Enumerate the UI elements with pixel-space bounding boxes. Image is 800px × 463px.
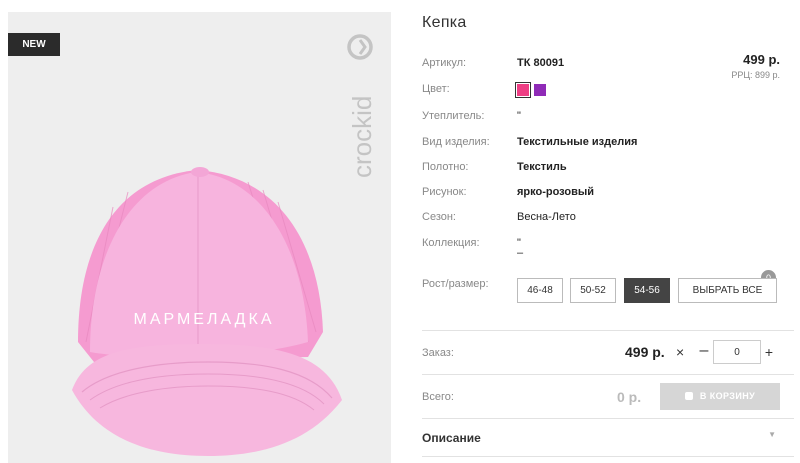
spec-collection-extra: – [422,244,794,262]
remove-icon[interactable]: × [676,343,684,361]
order-label: Заказ: [422,347,454,359]
spec-label: Вид изделия: [422,136,490,148]
cart-icon [684,392,693,400]
color-swatch-purple[interactable] [534,84,546,96]
spec-value: Весна-Лето [517,211,576,223]
spec-article: Артикул: ТК 80091 [422,54,794,72]
spec-label: Полотно: [422,161,469,173]
spec-insulation: Утеплитель: " [422,107,794,125]
divider [422,374,794,375]
size-option-54-56[interactable]: 54-56 [624,278,670,303]
spec-value: ярко-розовый [517,186,595,198]
spec-value: Текстиль [517,161,567,173]
cap-image: МАРМЕЛАДКА [72,167,342,456]
brand-logo: crockid [347,34,377,178]
chevron-down-icon[interactable]: ▼ [768,430,776,439]
spec-value: – [517,247,524,259]
increase-quantity-button[interactable]: + [762,343,776,361]
spec-label: Рост/размер: [422,278,489,290]
size-option-46-48[interactable]: 46-48 [517,278,563,303]
spec-pattern: Рисунок: ярко-розовый [422,183,794,201]
spec-value: ТК 80091 [517,57,565,69]
product-title: Кепка [422,14,467,31]
description-toggle[interactable]: Описание [422,431,481,445]
spec-label: Рисунок: [422,186,467,198]
new-badge: NEW [8,33,60,56]
select-all-sizes-button[interactable]: ВЫБРАТЬ ВСЕ [678,278,777,303]
add-to-cart-button[interactable]: В КОРЗИНУ [660,383,780,410]
spec-color: Цвет: [422,80,794,98]
order-price: 499 р. [625,344,665,360]
add-to-cart-label: В КОРЗИНУ [699,391,756,401]
spec-type: Вид изделия: Текстильные изделия [422,133,794,151]
decrease-quantity-button[interactable]: – [697,343,711,361]
spec-label: Утеплитель: [422,110,485,122]
color-swatch-pink[interactable] [515,82,531,98]
divider [422,456,794,457]
spec-label: Сезон: [422,211,456,223]
spec-value: Текстильные изделия [517,136,638,148]
product-details: Кепка 499 р. РРЦ: 899 р. Артикул: ТК 800… [422,0,794,463]
spec-label: Артикул: [422,57,467,69]
total-label: Всего: [422,391,454,403]
cap-print-text: МАРМЕЛАДКА [133,311,274,328]
quantity-input[interactable] [713,340,761,364]
brand-logo-text: crockid [347,96,377,178]
spec-season: Сезон: Весна-Лето [422,208,794,226]
spec-label: Цвет: [422,83,450,95]
product-photo[interactable]: МАРМЕЛАДКА NEW crockid [8,12,391,463]
divider [422,418,794,419]
spec-value: " [517,110,521,122]
size-option-50-52[interactable]: 50-52 [570,278,616,303]
spec-fabric: Полотно: Текстиль [422,158,794,176]
total-value: 0 р. [617,389,642,405]
divider [422,330,794,331]
